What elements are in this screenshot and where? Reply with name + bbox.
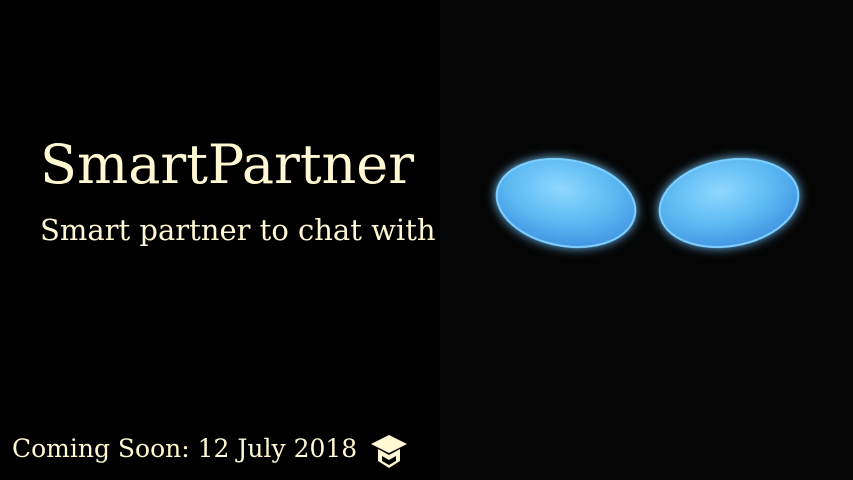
release-date-text: Coming Soon: 12 July 2018 <box>12 434 358 463</box>
left-eye <box>495 157 637 249</box>
graduation-cap-icon <box>371 435 407 468</box>
app-tagline: Smart partner to chat with <box>40 213 436 247</box>
right-eye <box>658 157 800 249</box>
splash-screen: SmartPartner Smart partner to chat with … <box>0 0 853 480</box>
app-title: SmartPartner <box>40 133 415 196</box>
glowing-eyes-graphic <box>495 157 800 249</box>
